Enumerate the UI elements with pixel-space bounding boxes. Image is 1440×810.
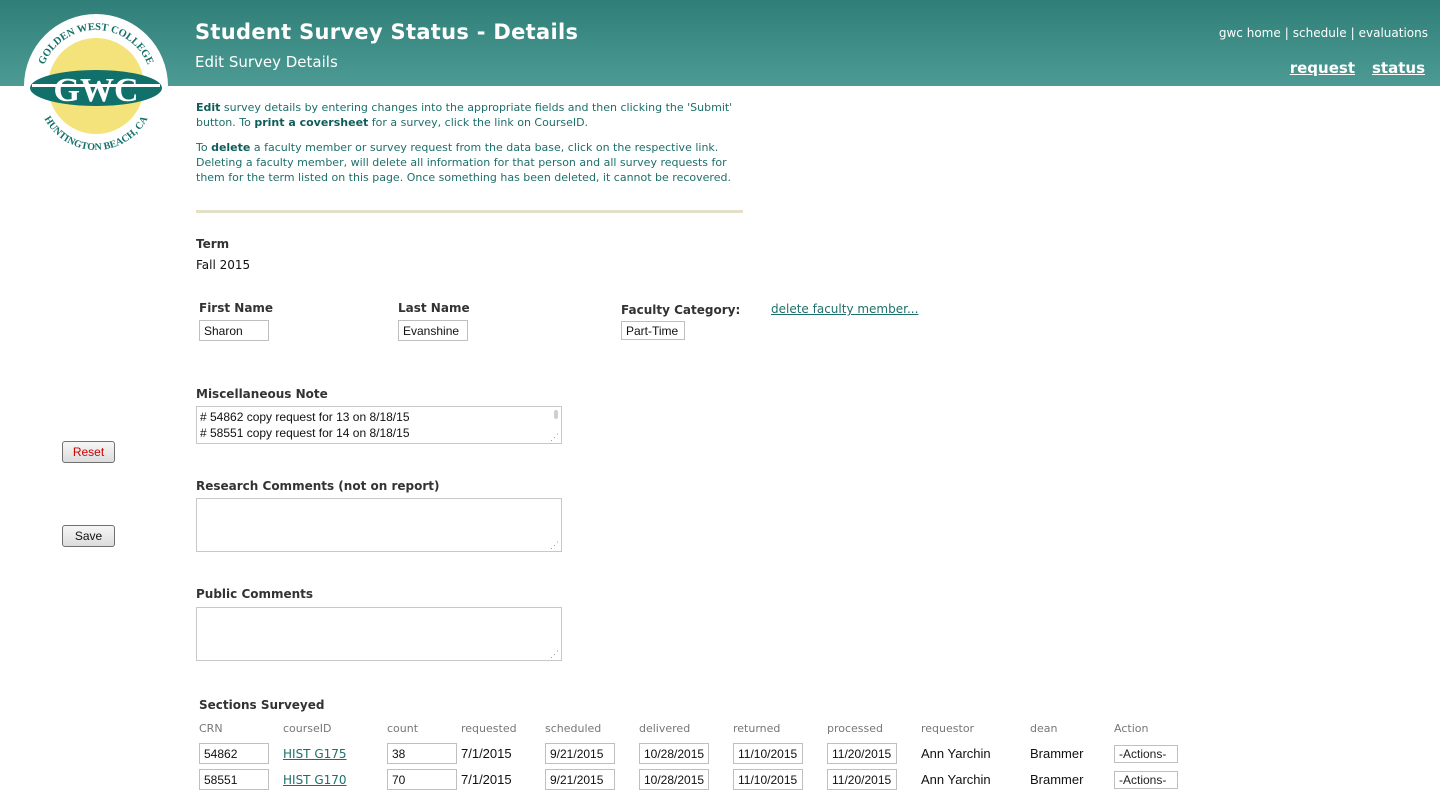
col-header-requested: requested bbox=[461, 722, 517, 735]
delivered-date-field[interactable]: 10/28/2015 bbox=[639, 769, 709, 790]
processed-date-field[interactable]: 11/20/2015 bbox=[827, 769, 897, 790]
count-field[interactable]: 38 bbox=[387, 743, 457, 764]
col-header-dean: dean bbox=[1030, 722, 1058, 735]
resize-grip-icon[interactable]: ⋰ bbox=[550, 541, 559, 550]
processed-date-field[interactable]: 11/20/2015 bbox=[827, 743, 897, 764]
col-header-delivered: delivered bbox=[639, 722, 691, 735]
col-header-scheduled: scheduled bbox=[545, 722, 602, 735]
term-label: Term bbox=[196, 237, 230, 251]
col-header-courseid: courseID bbox=[283, 722, 332, 735]
actions-select[interactable]: -Actions- bbox=[1114, 771, 1178, 789]
dean-name: Brammer bbox=[1030, 772, 1084, 787]
sections-surveyed-title: Sections Surveyed bbox=[199, 698, 325, 712]
schedule-link[interactable]: schedule bbox=[1293, 26, 1347, 40]
scheduled-date-field[interactable]: 9/21/2015 bbox=[545, 743, 615, 764]
logo-center-text: GWC bbox=[54, 72, 139, 109]
requestor-name: Ann Yarchin bbox=[921, 772, 991, 787]
last-name-field[interactable]: Evanshine bbox=[398, 320, 468, 341]
misc-note-line: # 58551 copy request for 14 on 8/18/15 bbox=[200, 426, 410, 440]
col-header-crn: CRN bbox=[199, 722, 223, 735]
page-header: Student Survey Status - Details Edit Sur… bbox=[0, 0, 1440, 86]
resize-grip-icon[interactable]: ⋰ bbox=[550, 650, 559, 659]
first-name-field[interactable]: Sharon bbox=[199, 320, 269, 341]
misc-note-textarea[interactable]: # 54862 copy request for 13 on 8/18/15 #… bbox=[196, 406, 562, 444]
nav-request-link[interactable]: request bbox=[1290, 59, 1355, 77]
research-comments-label: Research Comments (not on report) bbox=[196, 479, 440, 493]
scheduled-date-field[interactable]: 9/21/2015 bbox=[545, 769, 615, 790]
save-button[interactable]: Save bbox=[62, 525, 115, 547]
resize-grip-icon[interactable]: ⋰ bbox=[550, 433, 559, 442]
crn-field[interactable]: 58551 bbox=[199, 769, 269, 790]
gwc-home-link[interactable]: gwc home bbox=[1219, 26, 1281, 40]
col-header-returned: returned bbox=[733, 722, 781, 735]
delete-faculty-link[interactable]: delete faculty member... bbox=[771, 302, 918, 316]
intro-edit-text: Edit survey details by entering changes … bbox=[196, 101, 733, 129]
course-id-link[interactable]: HIST G170 bbox=[283, 773, 347, 787]
misc-note-line: # 54862 copy request for 13 on 8/18/15 bbox=[200, 410, 410, 424]
requested-date: 7/1/2015 bbox=[461, 746, 512, 761]
nav-status-link[interactable]: status bbox=[1372, 59, 1425, 77]
top-links: gwc home | schedule | evaluations bbox=[1218, 26, 1428, 40]
course-id-link[interactable]: HIST G175 bbox=[283, 747, 347, 761]
requestor-name: Ann Yarchin bbox=[921, 746, 991, 761]
evaluations-link[interactable]: evaluations bbox=[1359, 26, 1428, 40]
delivered-date-field[interactable]: 10/28/2015 bbox=[639, 743, 709, 764]
returned-date-field[interactable]: 11/10/2015 bbox=[733, 769, 803, 790]
page-subtitle: Edit Survey Details bbox=[195, 53, 338, 71]
col-header-processed: processed bbox=[827, 722, 884, 735]
col-header-requestor: requestor bbox=[921, 722, 975, 735]
page-title: Student Survey Status - Details bbox=[195, 20, 579, 44]
research-comments-textarea[interactable]: ⋰ bbox=[196, 498, 562, 552]
intro-delete-text: To delete a faculty member or survey req… bbox=[196, 141, 731, 184]
term-value: Fall 2015 bbox=[196, 258, 251, 272]
faculty-category-label: Faculty Category: bbox=[621, 303, 741, 317]
count-field[interactable]: 70 bbox=[387, 769, 457, 790]
first-name-label: First Name bbox=[199, 301, 274, 315]
divider bbox=[196, 210, 743, 213]
public-comments-textarea[interactable]: ⋰ bbox=[196, 607, 562, 661]
public-comments-label: Public Comments bbox=[196, 587, 314, 601]
last-name-label: Last Name bbox=[398, 301, 470, 315]
dean-name: Brammer bbox=[1030, 746, 1084, 761]
misc-note-label: Miscellaneous Note bbox=[196, 387, 328, 401]
reset-button[interactable]: Reset bbox=[62, 441, 115, 463]
actions-select[interactable]: -Actions- bbox=[1114, 745, 1178, 763]
crn-field[interactable]: 54862 bbox=[199, 743, 269, 764]
faculty-category-select[interactable]: Part-Time bbox=[621, 321, 685, 340]
college-logo[interactable]: GWC GOLDEN WEST COLLEGE HUNTINGTON BEACH… bbox=[22, 12, 170, 160]
col-header-action: Action bbox=[1114, 722, 1149, 735]
scrollbar-thumb[interactable] bbox=[554, 410, 558, 419]
returned-date-field[interactable]: 11/10/2015 bbox=[733, 743, 803, 764]
col-header-count: count bbox=[387, 722, 419, 735]
main-nav: request status bbox=[1273, 59, 1425, 77]
requested-date: 7/1/2015 bbox=[461, 772, 512, 787]
